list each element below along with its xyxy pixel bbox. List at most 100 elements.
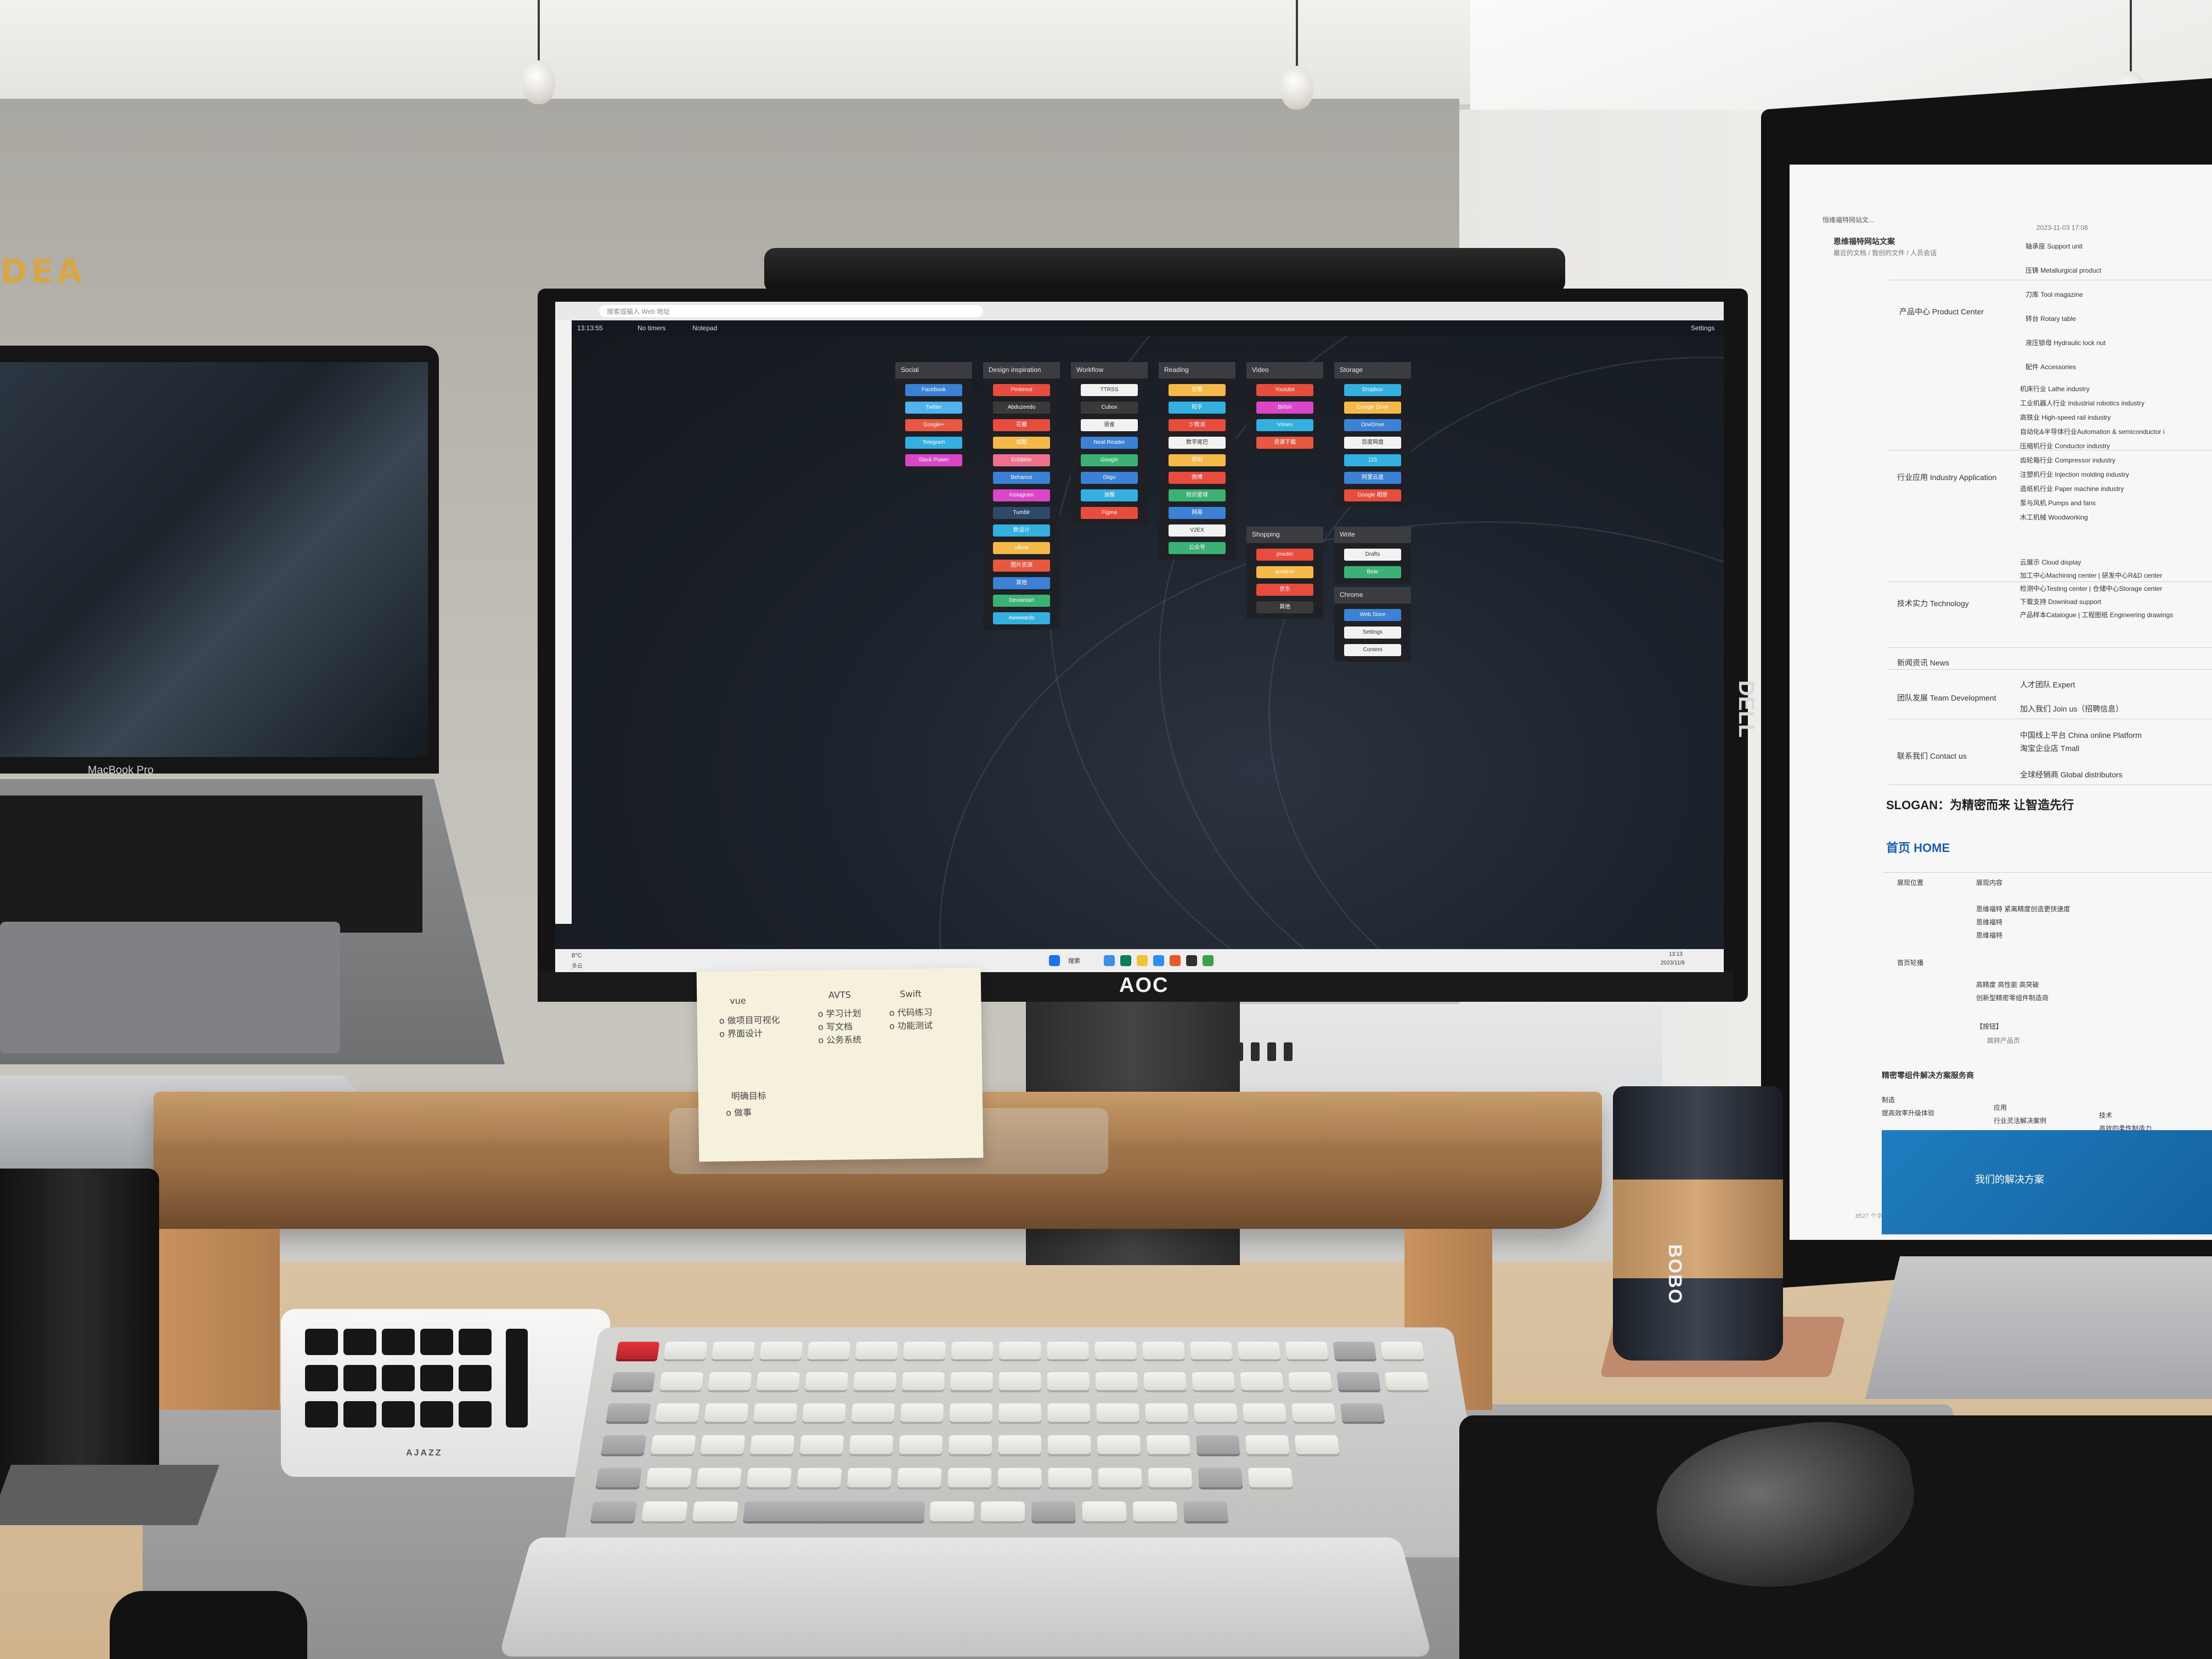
macro-key[interactable] xyxy=(305,1329,338,1355)
keyboard-key[interactable] xyxy=(1097,1435,1141,1454)
weather-widget[interactable]: 8°C xyxy=(572,952,582,959)
keyboard-key[interactable] xyxy=(746,1468,792,1488)
macro-key[interactable] xyxy=(305,1365,338,1391)
keyboard-key[interactable] xyxy=(1190,1341,1233,1359)
bookmark-link[interactable]: Dribbble xyxy=(993,454,1050,466)
keyboard-key[interactable] xyxy=(1047,1435,1091,1454)
keyboard-key[interactable] xyxy=(1237,1341,1281,1359)
bookmark-link[interactable]: Bilibili xyxy=(1256,402,1313,414)
bookmark-link[interactable]: 少数派 xyxy=(1169,419,1226,431)
bookmark-link[interactable]: 语雀 xyxy=(1081,419,1138,431)
keyboard-key[interactable] xyxy=(998,1372,1041,1391)
settings-button[interactable]: Settings xyxy=(1691,324,1714,332)
bookmark-link[interactable]: Behance xyxy=(993,472,1050,484)
keyboard-key[interactable] xyxy=(1285,1341,1329,1359)
keyboard-key[interactable] xyxy=(704,1403,749,1422)
bookmark-link[interactable]: 其他 xyxy=(1256,601,1313,613)
macro-key[interactable] xyxy=(420,1329,453,1355)
keyboard-key[interactable] xyxy=(1384,1372,1429,1391)
bookmark-link[interactable]: Instagram xyxy=(993,489,1050,501)
keyboard-key[interactable] xyxy=(1198,1468,1243,1488)
bookmark-link[interactable]: Diigo xyxy=(1081,472,1138,484)
keyboard-key[interactable] xyxy=(1242,1403,1287,1422)
keyboard-key[interactable] xyxy=(950,1372,993,1391)
keyboard-key[interactable] xyxy=(1194,1403,1238,1422)
taskbar-search[interactable]: 搜索 xyxy=(1068,956,1080,965)
macro-key[interactable] xyxy=(459,1401,492,1427)
keyboard-key[interactable] xyxy=(708,1372,752,1391)
keyboard-key[interactable] xyxy=(1145,1403,1189,1422)
keyboard-key[interactable] xyxy=(1094,1341,1137,1359)
keyboard-key[interactable] xyxy=(1146,1435,1190,1454)
keyboard-key[interactable] xyxy=(590,1501,637,1521)
keyboard-key[interactable] xyxy=(595,1468,642,1488)
keyboard-key[interactable] xyxy=(696,1468,742,1488)
keyboard-key[interactable] xyxy=(663,1341,708,1359)
bookmark-link[interactable]: Figma xyxy=(1081,507,1138,519)
keyboard-key[interactable] xyxy=(849,1435,894,1454)
keyboard-key[interactable] xyxy=(799,1435,844,1454)
keyboard-key[interactable] xyxy=(1183,1501,1229,1521)
macro-key[interactable] xyxy=(343,1365,376,1391)
bookmark-link[interactable]: 百度网盘 xyxy=(1344,437,1401,449)
folder-icon[interactable] xyxy=(1137,955,1148,966)
document-tab[interactable]: 恒维福特网站文... xyxy=(1822,215,1874,224)
keyboard-key[interactable] xyxy=(650,1435,696,1454)
macro-key[interactable] xyxy=(305,1401,338,1427)
app-icon[interactable] xyxy=(1186,955,1197,966)
macro-key[interactable] xyxy=(459,1329,492,1355)
keyboard-key[interactable] xyxy=(807,1341,850,1359)
edge-icon[interactable] xyxy=(1153,955,1164,966)
keyboard-key[interactable] xyxy=(753,1403,798,1422)
keyboard-key[interactable] xyxy=(897,1468,942,1488)
keyboard-key[interactable] xyxy=(1047,1403,1091,1422)
keyboard-key[interactable] xyxy=(641,1501,688,1521)
bookmark-link[interactable]: 数字尾巴 xyxy=(1169,437,1226,449)
bookmark-link[interactable]: 站酷 xyxy=(993,437,1050,449)
keyboard-key[interactable] xyxy=(1048,1468,1092,1488)
keyboard-key[interactable] xyxy=(1047,1372,1090,1391)
bookmark-link[interactable]: 知乎 xyxy=(1169,402,1226,414)
keyboard-key[interactable] xyxy=(1291,1403,1336,1422)
keyboard-key[interactable] xyxy=(700,1435,746,1454)
keyboard-key[interactable] xyxy=(756,1372,800,1391)
app-icon[interactable] xyxy=(1120,955,1131,966)
keyboard-key[interactable] xyxy=(851,1403,895,1422)
taskbar-date[interactable]: 2023/11/8 xyxy=(1661,960,1685,966)
bookmark-link[interactable]: Slack Power xyxy=(905,454,962,466)
keyboard-key[interactable] xyxy=(749,1435,795,1454)
keyboard-key[interactable] xyxy=(998,1403,1041,1422)
bookmark-link[interactable]: Google Drive xyxy=(1344,402,1401,414)
keyboard-key[interactable] xyxy=(743,1501,925,1521)
macro-key[interactable] xyxy=(343,1401,376,1427)
bookmark-link[interactable]: Tumblr xyxy=(993,507,1050,519)
bookmark-link[interactable]: 数设计 xyxy=(993,524,1050,537)
bookmark-link[interactable]: jmeder xyxy=(1256,549,1313,561)
keyboard-key[interactable] xyxy=(1248,1468,1293,1488)
keyboard-key[interactable] xyxy=(654,1403,700,1422)
keyboard-key[interactable] xyxy=(692,1501,738,1521)
keyboard-key[interactable] xyxy=(899,1435,943,1454)
address-bar[interactable]: 搜索或输入 Web 地址 xyxy=(599,305,983,317)
bookmark-link[interactable]: Bear xyxy=(1344,566,1401,578)
keyboard-key[interactable] xyxy=(805,1372,849,1391)
bookmark-link[interactable]: Deviantart xyxy=(993,595,1050,607)
keyboard-key[interactable] xyxy=(797,1468,842,1488)
keyboard-key[interactable] xyxy=(759,1341,803,1359)
bookmark-link[interactable]: Awwwards xyxy=(993,612,1050,624)
keyboard-key[interactable] xyxy=(1340,1403,1385,1422)
keyboard-key[interactable] xyxy=(951,1341,994,1359)
keyboard-key[interactable] xyxy=(802,1403,847,1422)
bookmark-link[interactable]: V2EX xyxy=(1169,524,1226,537)
keyboard-key[interactable] xyxy=(1031,1501,1076,1521)
macro-key[interactable] xyxy=(420,1401,453,1427)
keyboard-key[interactable] xyxy=(1143,1372,1187,1391)
keyboard-key[interactable] xyxy=(1192,1372,1235,1391)
keyboard-key[interactable] xyxy=(998,1468,1042,1488)
bookmark-link[interactable]: Content xyxy=(1344,644,1401,656)
keyboard-key[interactable] xyxy=(1082,1501,1127,1521)
bookmark-link[interactable]: Google 相册 xyxy=(1344,489,1401,501)
keyboard-key[interactable] xyxy=(659,1372,704,1391)
keyboard-key[interactable] xyxy=(601,1435,647,1454)
bookmark-link[interactable]: 网易 xyxy=(1169,507,1226,519)
